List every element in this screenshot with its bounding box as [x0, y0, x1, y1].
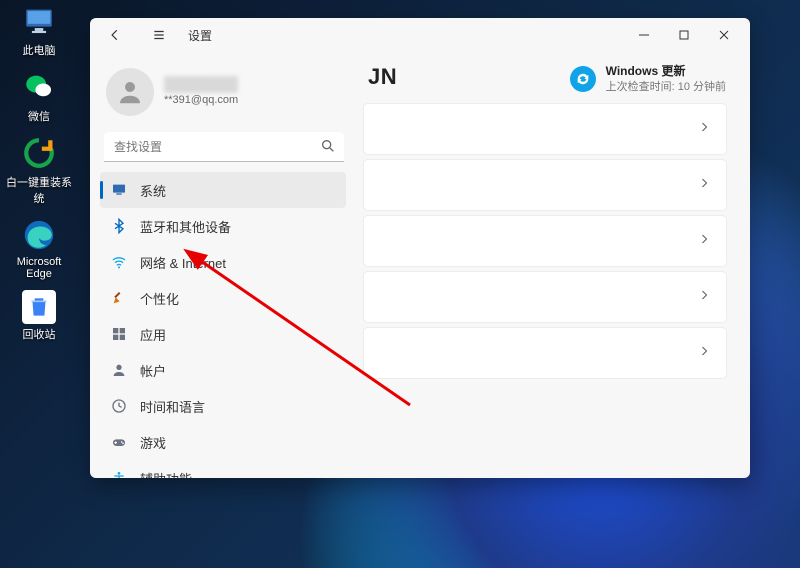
desktop-icon-wechat[interactable]: 微信	[4, 68, 74, 124]
sidebar-item-apps[interactable]: 应用	[100, 316, 346, 352]
sidebar-item-gaming[interactable]: 游戏	[100, 424, 346, 460]
accessibility-icon	[110, 469, 128, 478]
desktop-icon-this-pc[interactable]: 此电脑	[4, 2, 74, 58]
sidebar-item-label: 系统	[140, 181, 166, 200]
wifi-icon	[110, 253, 128, 271]
sidebar-item-label: 帐户	[140, 361, 166, 380]
app-title: 设置	[188, 27, 212, 44]
close-button[interactable]	[704, 20, 744, 50]
wechat-icon	[20, 68, 58, 106]
search-icon	[320, 138, 336, 159]
edge-icon	[20, 216, 58, 254]
sidebar-item-time[interactable]: 时间和语言	[100, 388, 346, 424]
desktop-icons: 此电脑 微信 白一键重装系统 Microsoft Edge 回收站	[4, 2, 74, 352]
windows-update-subtitle: 上次检查时间: 10 分钟前	[606, 80, 726, 94]
desktop-icon-label: 微信	[28, 108, 50, 124]
gaming-icon	[110, 433, 128, 451]
minimize-button[interactable]	[624, 20, 664, 50]
back-button[interactable]	[100, 20, 130, 50]
reinstall-icon	[20, 134, 58, 172]
chevron-right-icon	[698, 176, 710, 194]
chevron-right-icon	[698, 344, 710, 362]
sidebar-item-label: 个性化	[140, 289, 179, 308]
settings-window: 设置 ████	[90, 18, 750, 478]
settings-row[interactable]	[364, 160, 726, 210]
content: JN Windows 更新 上次检查时间: 10 分钟前	[358, 52, 750, 478]
windows-update-title: Windows 更新	[606, 64, 726, 80]
nav-list: 系统蓝牙和其他设备网络 & Internet 个性化应用帐户时间和语言游戏辅助功能	[100, 172, 348, 478]
sidebar-item-label: 应用	[140, 325, 166, 344]
desktop: 此电脑 微信 白一键重装系统 Microsoft Edge 回收站	[0, 0, 800, 568]
desktop-icon-label: Microsoft Edge	[4, 256, 74, 280]
chevron-right-icon	[698, 120, 710, 138]
recycle-bin-icon	[22, 290, 56, 324]
desktop-icon-label: 此电脑	[23, 42, 56, 58]
sidebar-item-bluetooth[interactable]: 蓝牙和其他设备	[100, 208, 346, 244]
avatar	[106, 68, 154, 116]
desktop-icon-reinstall[interactable]: 白一键重装系统	[4, 134, 74, 206]
sidebar: ████ **391@qq.com 系统蓝牙和其他设备网络 & Internet…	[90, 52, 358, 478]
desktop-icon-label: 回收站	[23, 326, 56, 342]
apps-icon	[110, 325, 128, 343]
account-icon	[110, 361, 128, 379]
settings-row[interactable]	[364, 104, 726, 154]
chevron-right-icon	[698, 288, 710, 306]
desktop-icon-recycle-bin[interactable]: 回收站	[4, 290, 74, 342]
search-input[interactable]	[104, 132, 344, 162]
page-title: JN	[368, 64, 397, 90]
sidebar-item-account[interactable]: 帐户	[100, 352, 346, 388]
sidebar-item-label: 辅助功能	[140, 469, 192, 479]
menu-button[interactable]	[144, 20, 174, 50]
sidebar-item-label: 网络 & Internet	[140, 253, 226, 272]
sidebar-item-accessibility[interactable]: 辅助功能	[100, 460, 346, 478]
sidebar-item-personalize[interactable]: 个性化	[100, 280, 346, 316]
titlebar: 设置	[90, 18, 750, 52]
desktop-icon-edge[interactable]: Microsoft Edge	[4, 216, 74, 280]
personalize-icon	[110, 289, 128, 307]
settings-row[interactable]	[364, 272, 726, 322]
settings-row[interactable]	[364, 216, 726, 266]
sidebar-item-label: 蓝牙和其他设备	[140, 217, 231, 236]
desktop-icon-label: 白一键重装系统	[4, 174, 74, 206]
settings-rows	[358, 104, 740, 378]
settings-row[interactable]	[364, 328, 726, 378]
sidebar-item-label: 时间和语言	[140, 397, 205, 416]
windows-update-card[interactable]: Windows 更新 上次检查时间: 10 分钟前	[570, 64, 726, 94]
bluetooth-icon	[110, 217, 128, 235]
account-block[interactable]: ████ **391@qq.com	[100, 58, 348, 130]
time-icon	[110, 397, 128, 415]
chevron-right-icon	[698, 232, 710, 250]
sidebar-item-wifi[interactable]: 网络 & Internet	[100, 244, 346, 280]
pc-icon	[20, 2, 58, 40]
maximize-button[interactable]	[664, 20, 704, 50]
sync-icon	[570, 66, 596, 92]
sidebar-item-system[interactable]: 系统	[100, 172, 346, 208]
account-name: ████	[164, 76, 238, 93]
system-icon	[110, 181, 128, 199]
search-box[interactable]	[104, 132, 344, 162]
sidebar-item-label: 游戏	[140, 433, 166, 452]
account-email: **391@qq.com	[164, 93, 238, 107]
